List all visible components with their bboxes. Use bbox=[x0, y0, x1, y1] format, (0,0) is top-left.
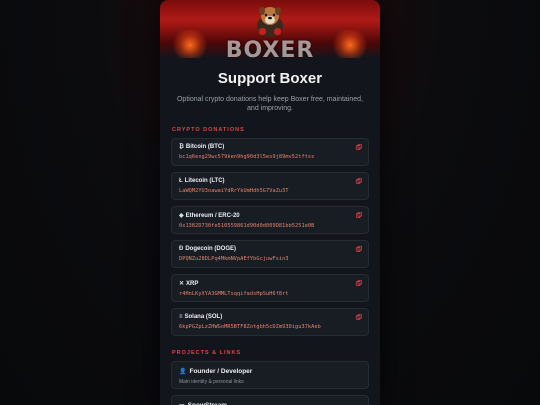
wallet-address[interactable]: bc1q6exg29wc579ken9hg90d3l5es9j89mv52tft… bbox=[179, 154, 361, 160]
coin-name: Ð Dogecoin (DOGE) bbox=[179, 246, 361, 252]
dogecoin-icon: Ð bbox=[179, 246, 184, 252]
coin-card[interactable]: Ð Dogecoin (DOGE) DPQNZu28DLPq4MkmNVpAEf… bbox=[171, 240, 369, 268]
project-link-card[interactable]: ▭ SnowStream Free movies & TV streaming … bbox=[171, 395, 369, 405]
coin-name: ✕ XRP bbox=[179, 280, 361, 288]
page-title: Support Boxer bbox=[217, 70, 323, 87]
wallet-address[interactable]: DPQNZu28DLPq4MkmNVpAEfYbGcjuwFsin3 bbox=[179, 256, 361, 262]
coin-name: ₿ Bitcoin (BTC) bbox=[179, 144, 361, 150]
crypto-donations-heading: CRYPTO DONATIONS bbox=[172, 127, 245, 133]
coin-label: Solana (SOL) bbox=[184, 314, 223, 320]
litecoin-icon: Ł bbox=[179, 178, 183, 184]
coin-card[interactable]: ◆ Ethereum / ERC-20 0x1382D730fe51055986… bbox=[171, 206, 369, 234]
wallet-address[interactable]: 6kpPGZpLzZHWGoMR5BTF8Zotgbh5cDZm93Digu37… bbox=[179, 324, 361, 330]
coin-label: XRP bbox=[186, 280, 199, 287]
copy-icon[interactable] bbox=[356, 246, 362, 252]
coin-label: Bitcoin (BTC) bbox=[185, 144, 225, 150]
coin-card[interactable]: ✕ XRP r4HnLKyXYA3GMMLTsqqifadsHpSuH6f8rt bbox=[171, 274, 369, 302]
coin-name: ≡ Solana (SOL) bbox=[179, 314, 361, 320]
coin-card[interactable]: ₿ Bitcoin (BTC) bc1q6exg29wc579ken9hg90d… bbox=[171, 138, 369, 166]
boxer-banner: BOXER bbox=[160, 0, 380, 58]
coin-card[interactable]: ≡ Solana (SOL) 6kpPGZpLzZHWGoMR5BTF8Zotg… bbox=[171, 308, 369, 336]
project-link-card[interactable]: 👤 Founder / Developer Main identity & pe… bbox=[171, 361, 369, 389]
coin-card[interactable]: Ł Litecoin (LTC) LaWQM2YU3oawaiYdRrYkUmH… bbox=[171, 172, 369, 200]
xrp-icon: ✕ bbox=[179, 281, 185, 287]
banner-logo-text: BOXER bbox=[225, 38, 315, 58]
project-link-description: Main identity & personal links bbox=[179, 379, 244, 385]
coin-name: Ł Litecoin (LTC) bbox=[179, 178, 361, 184]
copy-icon[interactable] bbox=[356, 314, 362, 320]
copy-icon[interactable] bbox=[356, 212, 362, 218]
coin-label: Litecoin (LTC) bbox=[184, 178, 225, 184]
wallet-address[interactable]: r4HnLKyXYA3GMMLTsqqifadsHpSuH6f8rt bbox=[179, 291, 361, 297]
page-subtitle: Optional crypto donations help keep Boxe… bbox=[176, 96, 363, 112]
user-icon: 👤 bbox=[179, 369, 187, 375]
links-list: 👤 Founder / Developer Main identity & pe… bbox=[160, 361, 380, 405]
coin-name: ◆ Ethereum / ERC-20 bbox=[179, 212, 361, 220]
copy-icon[interactable] bbox=[356, 280, 362, 286]
project-link-title: 👤 Founder / Developer bbox=[179, 368, 361, 375]
coin-label: Ethereum / ERC-20 bbox=[185, 212, 240, 219]
wallet-address[interactable]: 0x1382D730fe510559861d90d0d009D81bb5251e… bbox=[179, 223, 361, 229]
ethereum-icon: ◆ bbox=[179, 213, 184, 219]
projects-links-heading: PROJECTS & LINKS bbox=[172, 350, 242, 356]
coin-list: ₿ Bitcoin (BTC) bc1q6exg29wc579ken9hg90d… bbox=[160, 138, 380, 336]
solana-icon: ≡ bbox=[179, 314, 183, 320]
coin-label: Dogecoin (DOGE) bbox=[185, 246, 237, 252]
wallet-address[interactable]: LaWQM2YU3oawaiYdRrYkUmHdh5G7VaZu3T bbox=[179, 188, 361, 194]
bitcoin-icon: ₿ bbox=[179, 144, 184, 150]
copy-icon[interactable] bbox=[356, 144, 362, 150]
project-link-label: Founder / Developer bbox=[189, 368, 253, 375]
copy-icon[interactable] bbox=[356, 178, 362, 184]
support-card: BOXER Support Boxer Optional crypto dona… bbox=[160, 0, 380, 405]
boxer-dog-mascot-icon bbox=[257, 7, 283, 37]
